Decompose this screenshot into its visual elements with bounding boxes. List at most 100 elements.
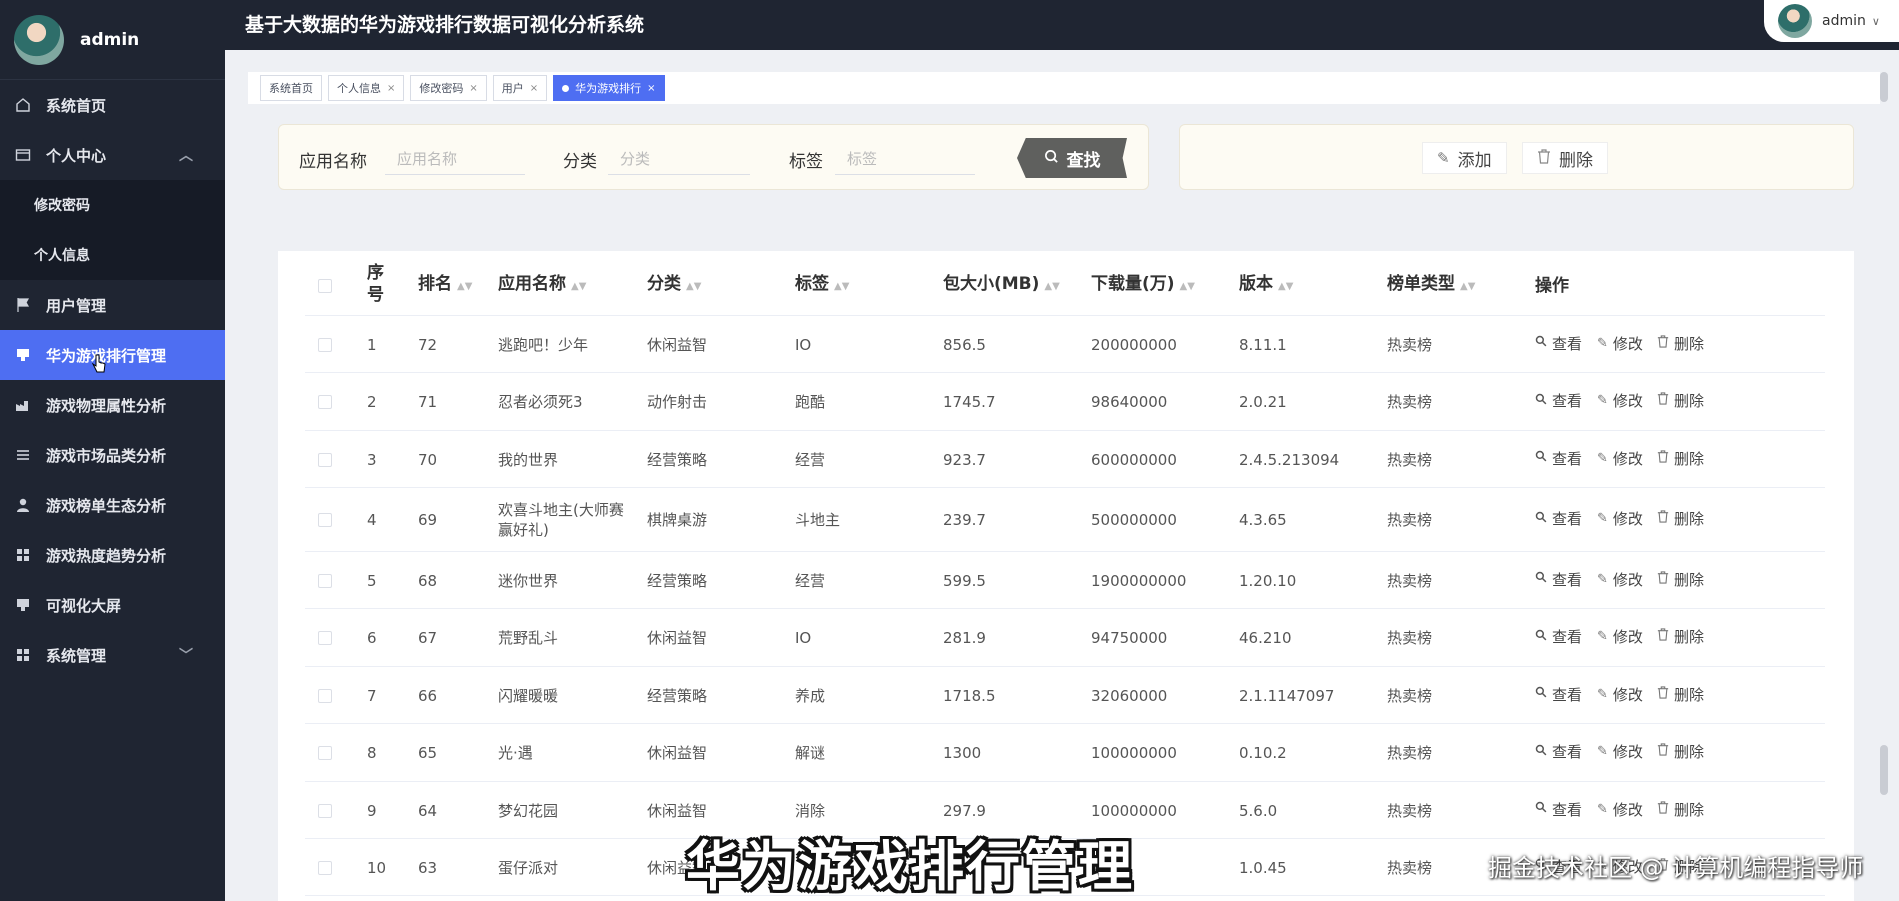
scrollbar-thumb[interactable]: [1880, 745, 1888, 795]
edit-button[interactable]: ✎ 修改: [1597, 684, 1643, 705]
select-all-checkbox[interactable]: [318, 279, 332, 293]
header-version[interactable]: 版本 ▲▼: [1239, 273, 1293, 298]
view-button[interactable]: 查看: [1535, 741, 1582, 762]
delete-button[interactable]: 删除: [1657, 684, 1704, 705]
delete-button[interactable]: 删除: [1657, 333, 1704, 354]
sidebar-item-label: 系统管理: [46, 646, 107, 665]
cell-tag: IO: [795, 335, 812, 354]
row-checkbox[interactable]: [318, 860, 332, 875]
sort-icon[interactable]: ▲▼: [1278, 281, 1293, 292]
edit-button[interactable]: ✎ 修改: [1597, 741, 1643, 762]
name-label: 应用名称: [299, 152, 367, 172]
header-name[interactable]: 应用名称 ▲▼: [498, 273, 586, 298]
header-rank[interactable]: 排名 ▲▼: [418, 273, 472, 298]
delete-button[interactable]: 删除: [1522, 142, 1608, 174]
close-icon[interactable]: ×: [387, 83, 395, 94]
sidebar-item-user-management[interactable]: 用户管理: [0, 280, 225, 330]
view-button[interactable]: 查看: [1535, 799, 1582, 820]
sidebar-item-system-management[interactable]: 系统管理 ﹀: [0, 630, 225, 680]
row-checkbox[interactable]: [318, 395, 332, 409]
sidebar-item-personal-center[interactable]: 个人中心 ︿: [0, 130, 225, 180]
sidebar-item-physical-analysis[interactable]: 游戏物理属性分析: [0, 380, 225, 430]
search-button[interactable]: 查找: [1017, 138, 1127, 178]
tab-personal-info[interactable]: 个人信息 ×: [328, 75, 405, 101]
cell-seq: 5: [367, 571, 377, 590]
sort-icon[interactable]: ▲▼: [834, 281, 849, 292]
tab-huawei-ranking[interactable]: 华为游戏排行 ×: [553, 75, 665, 101]
edit-button[interactable]: ✎ 修改: [1597, 333, 1643, 354]
table-row: 5 68 迷你世界 经营策略 经营 599.5 1900000000 1.20.10 热卖榜 查看…: [305, 552, 1825, 609]
row-checkbox[interactable]: [318, 513, 332, 527]
sort-icon[interactable]: ▲▼: [686, 281, 701, 292]
sidebar-item-visual-screen[interactable]: 可视化大屏: [0, 580, 225, 630]
add-button[interactable]: ✎ 添加: [1422, 142, 1507, 174]
header-downloads[interactable]: 下载量(万) ▲▼: [1091, 273, 1195, 298]
view-button[interactable]: 查看: [1535, 569, 1582, 590]
row-checkbox[interactable]: [318, 631, 332, 645]
sidebar-item-trend-analysis[interactable]: 游戏热度趋势分析: [0, 530, 225, 580]
tab-home[interactable]: 系统首页: [260, 75, 322, 101]
close-icon[interactable]: ×: [530, 83, 538, 94]
sort-icon[interactable]: ▲▼: [1460, 281, 1475, 292]
tag-input[interactable]: 标签: [835, 139, 975, 175]
delete-button[interactable]: 删除: [1657, 799, 1704, 820]
row-checkbox[interactable]: [318, 803, 332, 818]
category-input[interactable]: 分类: [608, 139, 750, 175]
delete-button[interactable]: 删除: [1657, 626, 1704, 647]
delete-button-label: 删除: [1674, 685, 1705, 704]
cell-list-type: 热卖榜: [1387, 393, 1433, 411]
view-button[interactable]: 查看: [1535, 333, 1582, 354]
sort-icon[interactable]: ▲▼: [457, 281, 472, 292]
avatar[interactable]: [14, 14, 64, 65]
sort-icon[interactable]: ▲▼: [1180, 281, 1195, 292]
header-category[interactable]: 分类 ▲▼: [647, 273, 701, 298]
close-icon[interactable]: ×: [647, 83, 655, 94]
row-checkbox[interactable]: [318, 452, 332, 467]
scrollbar-thumb[interactable]: [1880, 72, 1888, 102]
view-button-label: 查看: [1552, 800, 1583, 819]
sidebar-item-market-analysis[interactable]: 游戏市场品类分析: [0, 430, 225, 480]
cell-size: 856.5: [943, 335, 986, 354]
cell-size: 1300: [943, 744, 982, 762]
header-tag[interactable]: 标签 ▲▼: [795, 273, 849, 298]
user-menu[interactable]: admin ∨: [1764, 0, 1899, 42]
view-button[interactable]: 查看: [1535, 390, 1582, 411]
tab-user[interactable]: 用户 ×: [492, 75, 548, 101]
tab-change-password[interactable]: 修改密码 ×: [410, 75, 487, 101]
edit-button[interactable]: ✎ 修改: [1597, 626, 1643, 647]
sidebar-item-huawei-ranking[interactable]: 华为游戏排行管理: [0, 330, 225, 380]
sort-icon[interactable]: ▲▼: [571, 281, 586, 292]
row-checkbox[interactable]: [318, 688, 332, 703]
view-button[interactable]: 查看: [1535, 508, 1582, 529]
delete-button[interactable]: 删除: [1657, 508, 1704, 529]
view-button[interactable]: 查看: [1535, 448, 1582, 469]
cell-size: 1745.7: [943, 393, 996, 411]
view-button[interactable]: 查看: [1535, 684, 1582, 705]
grid-icon: [14, 646, 32, 664]
close-icon[interactable]: ×: [469, 83, 477, 94]
sidebar-item-ecosystem-analysis[interactable]: 游戏榜单生态分析: [0, 480, 225, 530]
edit-button[interactable]: ✎ 修改: [1597, 799, 1643, 820]
row-checkbox[interactable]: [318, 573, 332, 588]
name-input[interactable]: 应用名称: [385, 139, 525, 175]
edit-button[interactable]: ✎ 修改: [1597, 390, 1643, 411]
sidebar-item-home[interactable]: 系统首页: [0, 80, 225, 130]
trash-icon: [1657, 743, 1669, 760]
cell-seq: 2: [367, 393, 377, 411]
cell-downloads: 32060000: [1091, 686, 1168, 705]
delete-button[interactable]: 删除: [1657, 448, 1704, 469]
sidebar-item-personal-info[interactable]: 个人信息: [0, 230, 225, 280]
delete-button[interactable]: 删除: [1657, 569, 1704, 590]
edit-button[interactable]: ✎ 修改: [1597, 569, 1643, 590]
delete-button[interactable]: 删除: [1657, 390, 1704, 411]
row-checkbox[interactable]: [318, 337, 332, 352]
sort-icon[interactable]: ▲▼: [1044, 281, 1059, 292]
edit-button[interactable]: ✎ 修改: [1597, 448, 1643, 469]
row-checkbox[interactable]: [318, 746, 332, 760]
header-size[interactable]: 包大小(MB) ▲▼: [943, 273, 1060, 298]
sidebar-item-change-password[interactable]: 修改密码: [0, 180, 225, 230]
view-button[interactable]: 查看: [1535, 626, 1582, 647]
header-list-type[interactable]: 榜单类型 ▲▼: [1387, 273, 1475, 298]
delete-button[interactable]: 删除: [1657, 741, 1704, 762]
edit-button[interactable]: ✎ 修改: [1597, 508, 1643, 529]
